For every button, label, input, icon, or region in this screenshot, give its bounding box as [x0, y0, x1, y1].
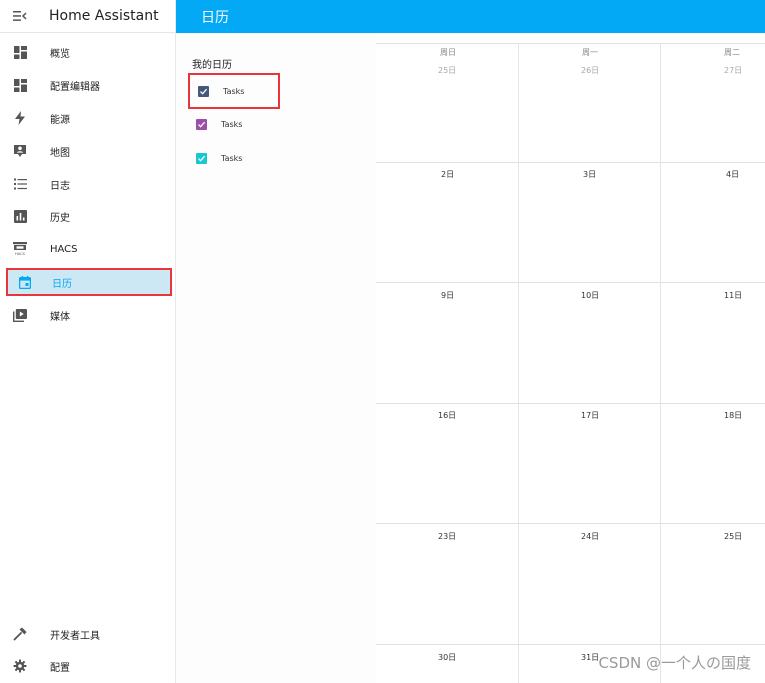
sidebar: Home Assistant 概览 配置编辑器 能源 地图 日志 历史 HACS…	[0, 0, 176, 683]
day-cell[interactable]: 27日	[724, 65, 742, 76]
grid-line	[376, 162, 765, 163]
calendar-toggle-3[interactable]: Tasks	[188, 140, 280, 176]
weekday-header-tue: 周二	[724, 48, 740, 57]
sidebar-item-energy[interactable]: 能源	[0, 104, 176, 132]
sidebar-item-media[interactable]: 媒体	[0, 301, 176, 329]
checkbox-checked-icon[interactable]	[196, 118, 207, 130]
grid-line	[376, 644, 765, 645]
calendar-toggle-1[interactable]: Tasks	[188, 73, 280, 109]
sidebar-item-label: 配置	[50, 662, 70, 674]
calendar-label: Tasks	[221, 153, 243, 163]
lightning-icon	[0, 111, 40, 125]
checkbox-checked-icon[interactable]	[196, 152, 207, 164]
gear-icon	[0, 659, 40, 673]
top-app-bar: 日历	[176, 0, 765, 33]
chart-icon	[0, 209, 40, 223]
day-cell[interactable]: 10日	[581, 290, 599, 301]
weekday-header-sun: 周日	[440, 48, 456, 57]
sidebar-item-logbook[interactable]: 日志	[0, 170, 176, 198]
day-cell[interactable]: 31日	[581, 652, 599, 663]
day-cell[interactable]: 9日	[441, 290, 454, 301]
sidebar-item-settings[interactable]: 配置	[0, 652, 176, 680]
day-cell[interactable]: 26日	[581, 65, 599, 76]
day-cell[interactable]: 30日	[438, 652, 456, 663]
sidebar-item-config-editor[interactable]: 配置编辑器	[0, 71, 176, 99]
dashboard-icon	[0, 78, 40, 92]
sidebar-item-label: 开发者工具	[50, 630, 100, 642]
list-icon	[0, 178, 40, 190]
hammer-icon	[0, 627, 40, 641]
day-cell[interactable]: 16日	[438, 410, 456, 421]
month-grid: 周日 周一 周二 25日 26日 27日 2日 3日 4日 9日 10日 11日…	[376, 43, 765, 683]
calendar-icon	[8, 275, 42, 289]
day-cell[interactable]: 17日	[581, 410, 599, 421]
page-title: 日历	[201, 9, 229, 26]
sidebar-item-label: 日志	[50, 180, 70, 192]
checkbox-checked-icon[interactable]	[198, 85, 209, 97]
sidebar-item-label: 概览	[50, 48, 70, 60]
grid-line	[376, 282, 765, 283]
menu-collapse-icon[interactable]	[0, 10, 40, 22]
sidebar-item-history[interactable]: 历史	[0, 202, 176, 230]
svg-text:HACS: HACS	[15, 252, 26, 256]
sidebar-item-label: HACS	[50, 243, 78, 255]
sidebar-item-label: 能源	[50, 114, 70, 126]
day-cell[interactable]: 23日	[438, 531, 456, 542]
sidebar-item-overview[interactable]: 概览	[0, 38, 176, 66]
sidebar-item-label: 日历	[52, 278, 72, 290]
sidebar-item-label: 历史	[50, 212, 70, 224]
sidebar-item-label: 地图	[50, 147, 70, 159]
calendar-list-heading: 我的日历	[192, 60, 232, 71]
calendar-list-panel: 我的日历 Tasks Tasks Tasks	[176, 33, 376, 683]
sidebar-item-developer-tools[interactable]: 开发者工具	[0, 620, 176, 648]
dashboard-icon	[0, 45, 40, 59]
map-person-icon	[0, 144, 40, 158]
calendar-label: Tasks	[223, 86, 245, 96]
day-cell[interactable]: 11日	[724, 290, 742, 301]
sidebar-item-hacs[interactable]: HACS HACS	[0, 235, 176, 263]
day-cell[interactable]: 2日	[441, 169, 454, 180]
day-cell[interactable]: 25日	[724, 531, 742, 542]
app-title: Home Assistant	[49, 8, 159, 24]
day-cell[interactable]: 4日	[726, 169, 739, 180]
media-icon	[0, 308, 40, 322]
grid-line	[376, 43, 765, 44]
sidebar-item-map[interactable]: 地图	[0, 137, 176, 165]
day-cell[interactable]: 18日	[724, 410, 742, 421]
grid-line	[518, 43, 519, 683]
sidebar-item-label: 媒体	[50, 311, 70, 323]
calendar-toggle-2[interactable]: Tasks	[188, 106, 280, 142]
grid-line	[660, 43, 661, 683]
grid-line	[376, 523, 765, 524]
day-cell[interactable]: 3日	[583, 169, 596, 180]
weekday-header-mon: 周一	[582, 48, 598, 57]
sidebar-header: Home Assistant	[0, 0, 175, 33]
day-cell[interactable]: 24日	[581, 531, 599, 542]
hacs-icon: HACS	[0, 242, 40, 256]
grid-line	[376, 403, 765, 404]
watermark: CSDN @一个人の国度	[598, 654, 751, 672]
day-cell[interactable]: 25日	[438, 65, 456, 76]
sidebar-item-label: 配置编辑器	[50, 81, 100, 93]
calendar-label: Tasks	[221, 119, 243, 129]
sidebar-item-calendar[interactable]: 日历	[6, 268, 172, 296]
